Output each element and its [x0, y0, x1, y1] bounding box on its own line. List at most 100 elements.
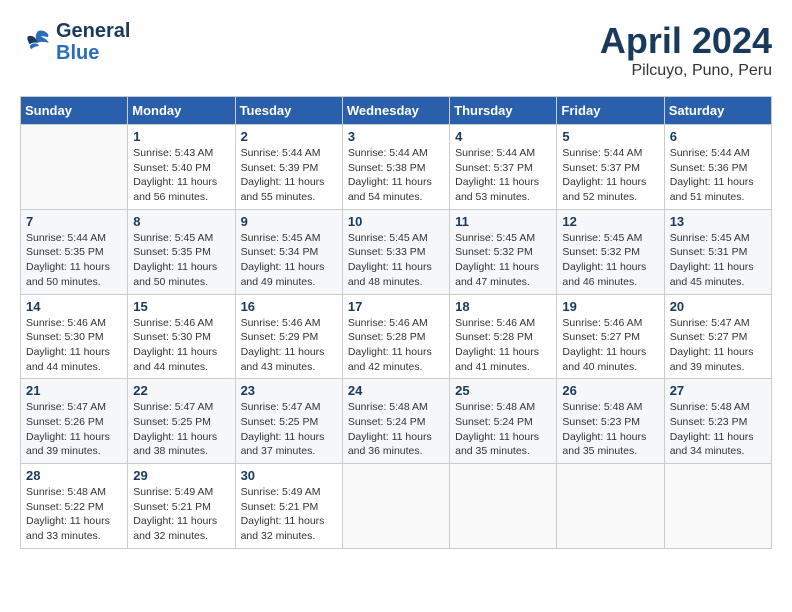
header-cell-friday: Friday	[557, 97, 664, 125]
day-info: Sunrise: 5:46 AM Sunset: 5:30 PM Dayligh…	[26, 316, 122, 375]
header-cell-sunday: Sunday	[21, 97, 128, 125]
calendar-cell: 6 Sunrise: 5:44 AM Sunset: 5:36 PM Daylig…	[664, 125, 771, 210]
day-info: Sunrise: 5:45 AM Sunset: 5:33 PM Dayligh…	[348, 231, 444, 290]
calendar-cell	[342, 464, 449, 549]
day-info: Sunrise: 5:44 AM Sunset: 5:37 PM Dayligh…	[562, 146, 658, 205]
day-info: Sunrise: 5:47 AM Sunset: 5:27 PM Dayligh…	[670, 316, 766, 375]
day-number: 1	[133, 129, 229, 144]
day-number: 3	[348, 129, 444, 144]
page-header: General Blue April 2024 Pilcuyo, Puno, P…	[20, 20, 772, 80]
header-cell-tuesday: Tuesday	[235, 97, 342, 125]
day-info: Sunrise: 5:49 AM Sunset: 5:21 PM Dayligh…	[241, 485, 337, 544]
calendar-cell: 28 Sunrise: 5:48 AM Sunset: 5:22 PM Dayli…	[21, 464, 128, 549]
header-cell-monday: Monday	[128, 97, 235, 125]
day-number: 11	[455, 214, 551, 229]
day-number: 30	[241, 468, 337, 483]
day-number: 18	[455, 299, 551, 314]
day-info: Sunrise: 5:44 AM Sunset: 5:37 PM Dayligh…	[455, 146, 551, 205]
calendar-cell: 2 Sunrise: 5:44 AM Sunset: 5:39 PM Daylig…	[235, 125, 342, 210]
week-row: 14Sunrise: 5:46 AM Sunset: 5:30 PM Dayli…	[21, 294, 772, 379]
calendar-table: SundayMondayTuesdayWednesdayThursdayFrid…	[20, 96, 772, 549]
day-info: Sunrise: 5:44 AM Sunset: 5:35 PM Dayligh…	[26, 231, 122, 290]
day-info: Sunrise: 5:45 AM Sunset: 5:32 PM Dayligh…	[562, 231, 658, 290]
week-row: 21Sunrise: 5:47 AM Sunset: 5:26 PM Dayli…	[21, 379, 772, 464]
calendar-cell: 15 Sunrise: 5:46 AM Sunset: 5:30 PM Dayli…	[128, 294, 235, 379]
day-number: 23	[241, 383, 337, 398]
header-cell-wednesday: Wednesday	[342, 97, 449, 125]
day-info: Sunrise: 5:45 AM Sunset: 5:32 PM Dayligh…	[455, 231, 551, 290]
calendar-cell: 10Sunrise: 5:45 AM Sunset: 5:33 PM Dayli…	[342, 209, 449, 294]
day-number: 7	[26, 214, 122, 229]
month-title: April 2024	[600, 20, 772, 62]
day-info: Sunrise: 5:48 AM Sunset: 5:24 PM Dayligh…	[348, 400, 444, 459]
header-row: SundayMondayTuesdayWednesdayThursdayFrid…	[21, 97, 772, 125]
day-number: 16	[241, 299, 337, 314]
logo-blue: Blue	[56, 42, 99, 64]
day-number: 29	[133, 468, 229, 483]
day-info: Sunrise: 5:47 AM Sunset: 5:25 PM Dayligh…	[133, 400, 229, 459]
calendar-cell: 9 Sunrise: 5:45 AM Sunset: 5:34 PM Daylig…	[235, 209, 342, 294]
calendar-cell	[450, 464, 557, 549]
day-number: 15	[133, 299, 229, 314]
day-info: Sunrise: 5:43 AM Sunset: 5:40 PM Dayligh…	[133, 146, 229, 205]
day-info: Sunrise: 5:47 AM Sunset: 5:25 PM Dayligh…	[241, 400, 337, 459]
calendar-cell	[557, 464, 664, 549]
logo: General Blue	[20, 20, 130, 64]
day-number: 9	[241, 214, 337, 229]
day-number: 24	[348, 383, 444, 398]
day-number: 6	[670, 129, 766, 144]
day-info: Sunrise: 5:44 AM Sunset: 5:39 PM Dayligh…	[241, 146, 337, 205]
calendar-cell: 11 Sunrise: 5:45 AM Sunset: 5:32 PM Dayli…	[450, 209, 557, 294]
day-info: Sunrise: 5:47 AM Sunset: 5:26 PM Dayligh…	[26, 400, 122, 459]
day-number: 8	[133, 214, 229, 229]
logo-icon	[20, 28, 52, 56]
calendar-cell: 19 Sunrise: 5:46 AM Sunset: 5:27 PM Dayli…	[557, 294, 664, 379]
calendar-cell: 27Sunrise: 5:48 AM Sunset: 5:23 PM Dayli…	[664, 379, 771, 464]
logo-general: General	[56, 20, 130, 42]
day-info: Sunrise: 5:48 AM Sunset: 5:23 PM Dayligh…	[562, 400, 658, 459]
day-number: 22	[133, 383, 229, 398]
calendar-cell: 25Sunrise: 5:48 AM Sunset: 5:24 PM Dayli…	[450, 379, 557, 464]
header-cell-thursday: Thursday	[450, 97, 557, 125]
calendar-cell: 17 Sunrise: 5:46 AM Sunset: 5:28 PM Dayli…	[342, 294, 449, 379]
day-number: 27	[670, 383, 766, 398]
title-block: April 2024 Pilcuyo, Puno, Peru	[600, 20, 772, 80]
day-number: 19	[562, 299, 658, 314]
calendar-cell: 20 Sunrise: 5:47 AM Sunset: 5:27 PM Dayli…	[664, 294, 771, 379]
day-number: 28	[26, 468, 122, 483]
calendar-cell: 26Sunrise: 5:48 AM Sunset: 5:23 PM Dayli…	[557, 379, 664, 464]
day-info: Sunrise: 5:45 AM Sunset: 5:34 PM Dayligh…	[241, 231, 337, 290]
calendar-cell: 29Sunrise: 5:49 AM Sunset: 5:21 PM Dayli…	[128, 464, 235, 549]
day-number: 20	[670, 299, 766, 314]
calendar-cell: 7 Sunrise: 5:44 AM Sunset: 5:35 PM Daylig…	[21, 209, 128, 294]
calendar-cell: 4 Sunrise: 5:44 AM Sunset: 5:37 PM Daylig…	[450, 125, 557, 210]
header-cell-saturday: Saturday	[664, 97, 771, 125]
day-info: Sunrise: 5:44 AM Sunset: 5:36 PM Dayligh…	[670, 146, 766, 205]
calendar-cell	[21, 125, 128, 210]
calendar-cell: 14Sunrise: 5:46 AM Sunset: 5:30 PM Dayli…	[21, 294, 128, 379]
day-number: 2	[241, 129, 337, 144]
day-info: Sunrise: 5:45 AM Sunset: 5:35 PM Dayligh…	[133, 231, 229, 290]
calendar-cell: 5 Sunrise: 5:44 AM Sunset: 5:37 PM Daylig…	[557, 125, 664, 210]
calendar-cell: 18 Sunrise: 5:46 AM Sunset: 5:28 PM Dayli…	[450, 294, 557, 379]
week-row: 28 Sunrise: 5:48 AM Sunset: 5:22 PM Dayli…	[21, 464, 772, 549]
calendar-cell: 23 Sunrise: 5:47 AM Sunset: 5:25 PM Dayli…	[235, 379, 342, 464]
calendar-cell: 3Sunrise: 5:44 AM Sunset: 5:38 PM Daylig…	[342, 125, 449, 210]
calendar-cell: 13 Sunrise: 5:45 AM Sunset: 5:31 PM Dayli…	[664, 209, 771, 294]
calendar-cell: 30 Sunrise: 5:49 AM Sunset: 5:21 PM Dayli…	[235, 464, 342, 549]
day-number: 5	[562, 129, 658, 144]
day-info: Sunrise: 5:45 AM Sunset: 5:31 PM Dayligh…	[670, 231, 766, 290]
day-info: Sunrise: 5:46 AM Sunset: 5:28 PM Dayligh…	[455, 316, 551, 375]
day-info: Sunrise: 5:46 AM Sunset: 5:28 PM Dayligh…	[348, 316, 444, 375]
day-number: 4	[455, 129, 551, 144]
day-info: Sunrise: 5:46 AM Sunset: 5:30 PM Dayligh…	[133, 316, 229, 375]
calendar-cell: 24 Sunrise: 5:48 AM Sunset: 5:24 PM Dayli…	[342, 379, 449, 464]
day-info: Sunrise: 5:46 AM Sunset: 5:27 PM Dayligh…	[562, 316, 658, 375]
week-row: 7 Sunrise: 5:44 AM Sunset: 5:35 PM Daylig…	[21, 209, 772, 294]
day-info: Sunrise: 5:46 AM Sunset: 5:29 PM Dayligh…	[241, 316, 337, 375]
day-info: Sunrise: 5:48 AM Sunset: 5:22 PM Dayligh…	[26, 485, 122, 544]
day-number: 13	[670, 214, 766, 229]
day-number: 17	[348, 299, 444, 314]
calendar-cell: 21Sunrise: 5:47 AM Sunset: 5:26 PM Dayli…	[21, 379, 128, 464]
calendar-cell	[664, 464, 771, 549]
